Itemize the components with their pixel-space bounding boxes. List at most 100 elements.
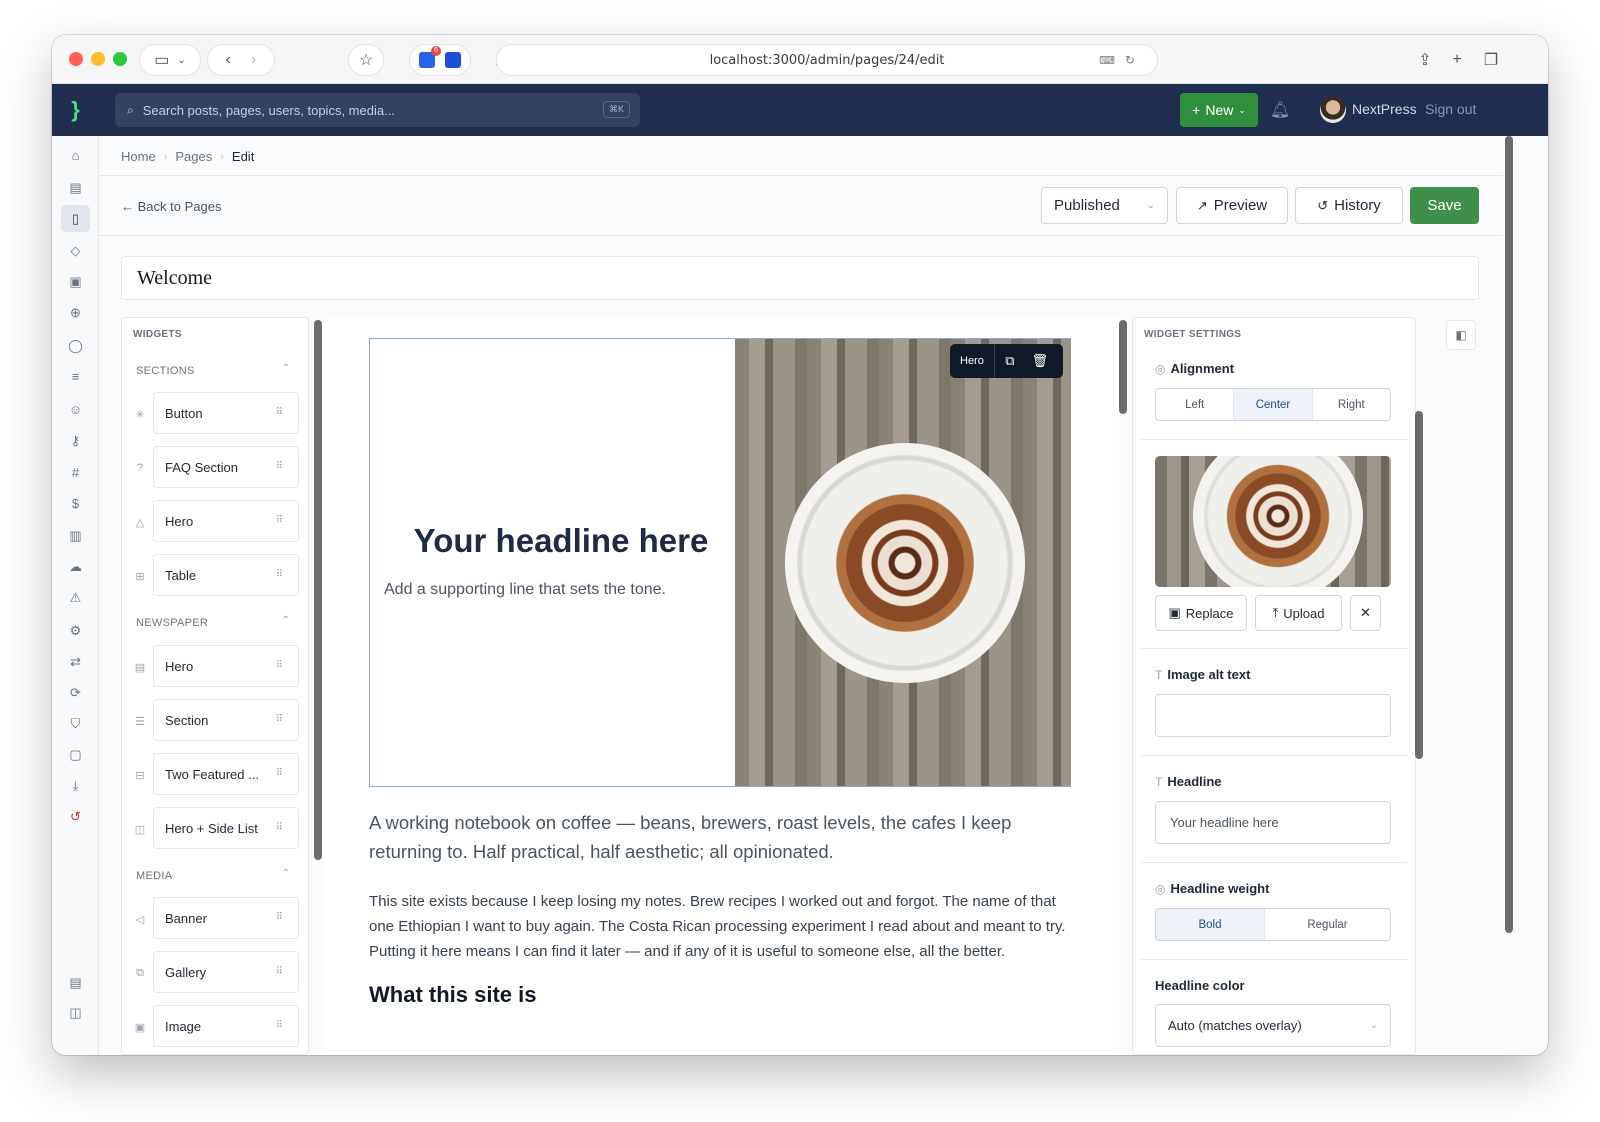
menu-icon[interactable]: ≡: [65, 366, 86, 387]
headline-color-select[interactable]: Auto (matches overlay) ⌄: [1155, 1004, 1391, 1047]
drag-handle-icon[interactable]: ⠿: [276, 822, 283, 833]
widgets-scrollbar[interactable]: [314, 320, 322, 860]
download-icon[interactable]: ⤓: [65, 775, 86, 796]
password-manager-extension-icon[interactable]: 6: [419, 46, 441, 68]
widget-item[interactable]: Gallery ⠿: [153, 951, 299, 993]
breadcrumb-pages[interactable]: Pages: [175, 149, 212, 164]
align-left-option[interactable]: Left: [1156, 389, 1235, 420]
upload-image-button[interactable]: ⤒ Upload: [1255, 595, 1342, 631]
status-select[interactable]: Published ⌄: [1041, 187, 1168, 224]
media-icon[interactable]: ▣: [65, 271, 86, 292]
back-arrow-icon[interactable]: ‹: [226, 51, 231, 69]
hero-image[interactable]: [735, 339, 1071, 786]
warning-icon[interactable]: ⚠: [65, 587, 86, 608]
hash-icon[interactable]: #: [65, 462, 86, 483]
section-heading[interactable]: What this site is: [369, 982, 536, 1008]
bookmark-star-icon[interactable]: ☆: [349, 45, 383, 75]
sidebar-toggle-button[interactable]: ▭ ⌄: [140, 45, 200, 75]
hero-subline[interactable]: Add a supporting line that sets the tone…: [384, 581, 724, 599]
chevron-up-icon[interactable]: ⌃: [282, 363, 290, 374]
widget-item[interactable]: Button ⠿: [153, 392, 299, 434]
collapse-panel-icon[interactable]: ◧: [1446, 320, 1476, 350]
drag-handle-icon[interactable]: ⠿: [276, 1020, 283, 1031]
save-button[interactable]: Save: [1410, 187, 1479, 224]
group-header-newspaper[interactable]: NEWSPAPER: [136, 617, 208, 629]
settings-scrollbar[interactable]: [1415, 411, 1423, 759]
group-header-sections[interactable]: SECTIONS: [136, 365, 195, 377]
forward-arrow-icon[interactable]: ›: [251, 51, 256, 69]
document-icon[interactable]: ▢: [65, 744, 86, 765]
group-header-media[interactable]: MEDIA: [136, 870, 172, 882]
user-name[interactable]: NextPress: [1352, 101, 1417, 117]
new-tab-icon[interactable]: +: [1442, 45, 1472, 75]
widget-item[interactable]: Hero ⠿: [153, 500, 299, 542]
comments-icon[interactable]: ◯: [65, 335, 86, 356]
widget-item[interactable]: FAQ Section ⠿: [153, 446, 299, 488]
canvas-scrollbar[interactable]: [1119, 320, 1127, 414]
drag-handle-icon[interactable]: ⠿: [276, 912, 283, 923]
remove-image-button[interactable]: ✕: [1350, 595, 1381, 631]
maximize-window-button[interactable]: [113, 52, 127, 66]
hero-block[interactable]: Your headline here Add a supporting line…: [369, 338, 1071, 787]
weight-bold-option[interactable]: Bold: [1156, 909, 1265, 940]
chevron-up-icon[interactable]: ⌃: [282, 868, 290, 879]
new-button[interactable]: + New ⌄: [1180, 93, 1258, 127]
close-window-button[interactable]: [69, 52, 83, 66]
pages-icon[interactable]: ▯: [61, 205, 90, 232]
widget-item[interactable]: Image ⠿: [153, 1005, 299, 1047]
cloud-icon[interactable]: ☁: [65, 556, 86, 577]
translate-icon[interactable]: ⌨: [1099, 54, 1115, 67]
body-paragraph[interactable]: This site exists because I keep losing m…: [369, 889, 1079, 964]
widget-item[interactable]: Hero ⠿: [153, 645, 299, 687]
page-scrollbar[interactable]: [1505, 136, 1513, 933]
gear-icon[interactable]: ⚙: [65, 620, 86, 641]
widget-item[interactable]: Two Featured ... ⠿: [153, 753, 299, 795]
address-bar[interactable]: localhost:3000/admin/pages/24/edit ⌨ ↻: [497, 45, 1157, 75]
trash-icon[interactable]: 🗑︎: [1025, 353, 1055, 369]
search-zoom-icon[interactable]: ⊕: [65, 302, 86, 323]
sync-icon[interactable]: ⟳: [65, 682, 86, 703]
collapse-sidebar-icon[interactable]: ◫: [65, 1002, 86, 1023]
drag-handle-icon[interactable]: ⠿: [276, 461, 283, 472]
breadcrumb-home[interactable]: Home: [121, 149, 156, 164]
drag-handle-icon[interactable]: ⠿: [276, 966, 283, 977]
app-logo[interactable]: }: [52, 84, 99, 136]
drag-handle-icon[interactable]: ⠿: [276, 660, 283, 671]
docs-icon[interactable]: ▤: [65, 972, 86, 993]
home-icon[interactable]: ⌂: [65, 145, 86, 166]
hero-headline[interactable]: Your headline here: [396, 522, 726, 560]
headline-input[interactable]: Your headline here: [1155, 801, 1391, 844]
avatar[interactable]: [1320, 97, 1346, 123]
preview-button[interactable]: ↗ Preview: [1176, 187, 1288, 224]
users-icon[interactable]: ☺: [65, 399, 86, 420]
sign-out-link[interactable]: Sign out: [1425, 101, 1476, 117]
dollar-icon[interactable]: $: [65, 493, 86, 514]
weight-regular-option[interactable]: Regular: [1265, 909, 1390, 940]
minimize-window-button[interactable]: [91, 52, 105, 66]
chevron-up-icon[interactable]: ⌃: [282, 615, 290, 626]
share-icon[interactable]: ⇪: [1410, 45, 1440, 75]
tag-icon[interactable]: ◇: [65, 240, 86, 261]
back-to-pages-link[interactable]: ← Back to Pages: [121, 199, 221, 214]
widget-item[interactable]: Banner ⠿: [153, 897, 299, 939]
drag-handle-icon[interactable]: ⠿: [276, 515, 283, 526]
lead-paragraph[interactable]: A working notebook on coffee — beans, br…: [369, 808, 1071, 866]
dots-extension-icon[interactable]: [445, 52, 461, 68]
widget-item[interactable]: Hero + Side List ⠿: [153, 807, 299, 849]
shield-icon[interactable]: ⛉: [65, 713, 86, 734]
align-center-option[interactable]: Center: [1234, 389, 1313, 420]
reload-icon[interactable]: ↻: [1125, 53, 1135, 67]
page-title-input[interactable]: Welcome: [121, 256, 1479, 300]
drag-handle-icon[interactable]: ⠿: [276, 569, 283, 580]
duplicate-icon[interactable]: ⧉: [995, 353, 1025, 369]
global-search[interactable]: ⌕ Search posts, pages, users, topics, me…: [115, 93, 640, 127]
widget-item[interactable]: Table ⠿: [153, 554, 299, 596]
drag-handle-icon[interactable]: ⠿: [276, 714, 283, 725]
redirect-icon[interactable]: ⇄: [65, 651, 86, 672]
posts-icon[interactable]: ▤: [65, 177, 86, 198]
replace-image-button[interactable]: ▣ Replace: [1155, 595, 1247, 631]
reset-icon[interactable]: ↺: [65, 806, 86, 827]
tab-overview-icon[interactable]: ❐: [1476, 45, 1506, 75]
history-button[interactable]: ↺ History: [1295, 187, 1403, 224]
widget-item[interactable]: Section ⠿: [153, 699, 299, 741]
